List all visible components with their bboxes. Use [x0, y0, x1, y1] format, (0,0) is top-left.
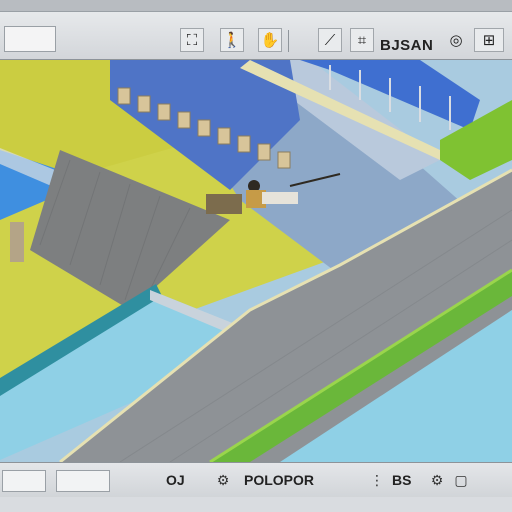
- status-value-field[interactable]: [56, 470, 110, 492]
- slope-tool-button[interactable]: ⟋: [318, 28, 342, 52]
- walk-icon: 🚶: [222, 31, 242, 49]
- scene-render: [0, 60, 512, 462]
- status-text-b: POLOPOR: [244, 472, 315, 488]
- section-icon: ⌗: [357, 31, 367, 49]
- low-wall: [10, 222, 24, 262]
- snap-icon[interactable]: ⚙: [428, 472, 446, 490]
- target-tool-button[interactable]: ◎: [444, 28, 468, 52]
- grid-icon: ⊞: [482, 31, 496, 49]
- status-bar: OJ ⚙ POLOPOR ⋮ BS ⚙ ▢: [0, 462, 512, 512]
- target-icon: ◎: [449, 31, 463, 49]
- select-icon: ⛶: [186, 31, 198, 49]
- app-window: ⛶ 🚶 ✋ ⟋ ⌗ BJSAN ◎ ⊞ OJ ⚙ POLOPOR ⋮ BS ⚙ …: [0, 0, 512, 512]
- slope-icon: ⟋: [324, 31, 336, 49]
- walk-tool-button[interactable]: 🚶: [220, 28, 244, 52]
- status-text-a: OJ: [166, 472, 185, 488]
- toolbar-separator: [288, 30, 289, 52]
- project-tab[interactable]: [4, 26, 56, 52]
- status-footer: [0, 497, 512, 512]
- top-toolbar: ⛶ 🚶 ✋ ⟋ ⌗ BJSAN ◎ ⊞: [0, 0, 512, 60]
- toolbar-label: [62, 26, 172, 52]
- settings-icon[interactable]: ⚙: [214, 472, 232, 490]
- grid-tool-button[interactable]: ⊞: [474, 28, 504, 52]
- mode-readout: BJSAN: [380, 37, 434, 54]
- section-tool-button[interactable]: ⌗: [350, 28, 374, 52]
- title-bar: [0, 0, 512, 12]
- status-text-c: BS: [392, 472, 412, 488]
- pan-tool-button[interactable]: ✋: [258, 28, 282, 52]
- options-icon[interactable]: ▢: [452, 472, 470, 490]
- separator-icon: ⋮: [370, 473, 384, 489]
- status-left-field[interactable]: [2, 470, 46, 492]
- pan-icon: ✋: [260, 31, 280, 49]
- 3d-viewport[interactable]: [0, 60, 512, 462]
- select-tool-button[interactable]: ⛶: [180, 28, 204, 52]
